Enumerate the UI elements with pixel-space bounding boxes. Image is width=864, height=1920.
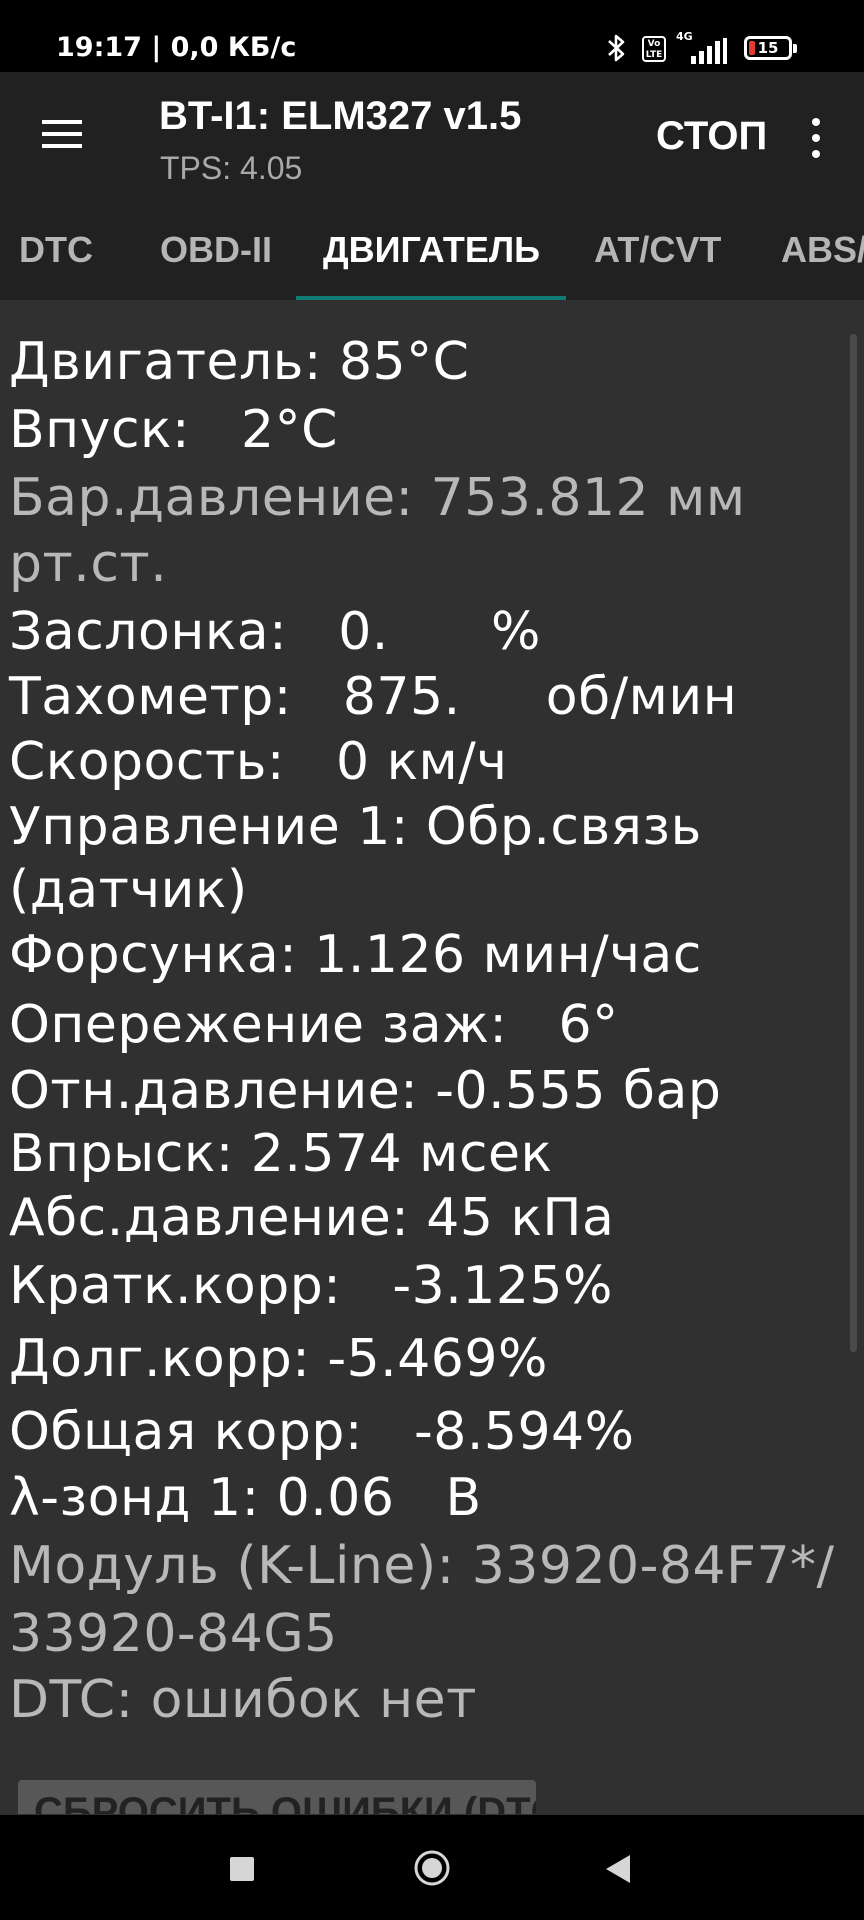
app-bar: BT-I1: ELM327 v1.5 TPS: 4.05 СТОП [0, 72, 864, 224]
app-title: BT-I1: ELM327 v1.5 [159, 94, 522, 138]
reading-dtc-status: DTC: ошибок нет [9, 1670, 477, 1730]
reading-speed: Скорость: 0 км/ч [9, 732, 508, 792]
menu-line [42, 132, 82, 136]
reading-rpm: Тахометр: 875. об/мин [9, 667, 738, 727]
reading-engine-temp: Двигатель: 85°C [9, 332, 470, 392]
tab-dtc[interactable]: DTC [19, 224, 93, 300]
menu-line [42, 144, 82, 148]
dot [812, 134, 820, 142]
tab-bar: DTC OBD-II ДВИГАТЕЛЬ AT/CVT ABS/ [0, 224, 864, 300]
status-icons: Vo LTE 4G 15 [604, 28, 804, 68]
recents-icon[interactable] [230, 1857, 254, 1881]
reading-injector: Форсунка: 1.126 мин/час [9, 925, 702, 985]
status-time: 19:17 | 0,0 КБ/с [56, 32, 297, 63]
reading-ignition-advance: Опережение заж: 6° [9, 995, 619, 1055]
reading-short-term-trim: Кратк.корр: -3.125% [9, 1256, 613, 1316]
reading-module-part: 33920-84G5 [9, 1604, 338, 1664]
bluetooth-icon [608, 34, 625, 62]
reading-abs-pressure: Абс.давление: 45 кПа [9, 1188, 615, 1248]
hamburger-menu-icon[interactable] [42, 118, 82, 150]
reading-baro-pressure-unit: рт.ст. [9, 534, 168, 594]
reading-long-term-trim: Долг.корр: -5.469% [9, 1329, 548, 1389]
more-vert-icon[interactable] [804, 114, 828, 162]
signal-bars-icon [691, 38, 727, 64]
tab-abs[interactable]: ABS/ [781, 224, 864, 300]
back-icon[interactable] [604, 1853, 632, 1885]
dot [812, 150, 820, 158]
stop-button[interactable]: СТОП [656, 112, 767, 160]
reading-injection: Впрыск: 2.574 мсек [9, 1124, 553, 1184]
battery-icon: 15 [744, 36, 797, 60]
dot [812, 118, 820, 126]
reset-dtc-button[interactable]: СБРОСИТЬ ОШИБКИ (DTC) [18, 1780, 536, 1814]
home-icon[interactable] [413, 1849, 451, 1887]
tab-engine[interactable]: ДВИГАТЕЛЬ [323, 224, 540, 300]
app-subtitle: TPS: 4.05 [160, 150, 303, 186]
scrollbar[interactable] [850, 334, 857, 1352]
tab-at-cvt[interactable]: AT/CVT [594, 224, 721, 300]
app-screen: 19:17 | 0,0 КБ/с Vo LTE 4G 15 BT-I1: ELM… [0, 0, 864, 1920]
menu-line [42, 120, 82, 124]
reading-rel-pressure: Отн.давление: -0.555 бар [9, 1061, 722, 1121]
reading-fuel-system-sensor: (датчик) [9, 860, 248, 920]
reading-o2-sensor: λ-зонд 1: 0.06 В [9, 1468, 482, 1528]
engine-readings-panel[interactable]: Двигатель: 85°C Впуск: 2°C Бар.давление:… [0, 300, 864, 1815]
reading-total-trim: Общая корр: -8.594% [9, 1402, 635, 1462]
reset-dtc-label: СБРОСИТЬ ОШИБКИ (DTC) [34, 1790, 536, 1814]
reading-fuel-system: Управление 1: Обр.связь [9, 797, 702, 857]
signal-icon: 4G [676, 30, 728, 66]
reading-module: Модуль (K-Line): 33920-84F7*/ [9, 1536, 835, 1596]
tab-obd2[interactable]: OBD-II [160, 224, 272, 300]
system-nav-bar [0, 1815, 864, 1920]
reading-baro-pressure: Бар.давление: 753.812 мм [9, 468, 746, 528]
reading-throttle: Заслонка: 0. % [9, 602, 541, 662]
volte-icon: Vo LTE [642, 36, 666, 62]
status-bar: 19:17 | 0,0 КБ/с Vo LTE 4G 15 [0, 0, 864, 72]
reading-intake-temp: Впуск: 2°C [9, 400, 338, 460]
battery-level: 15 [757, 39, 779, 57]
